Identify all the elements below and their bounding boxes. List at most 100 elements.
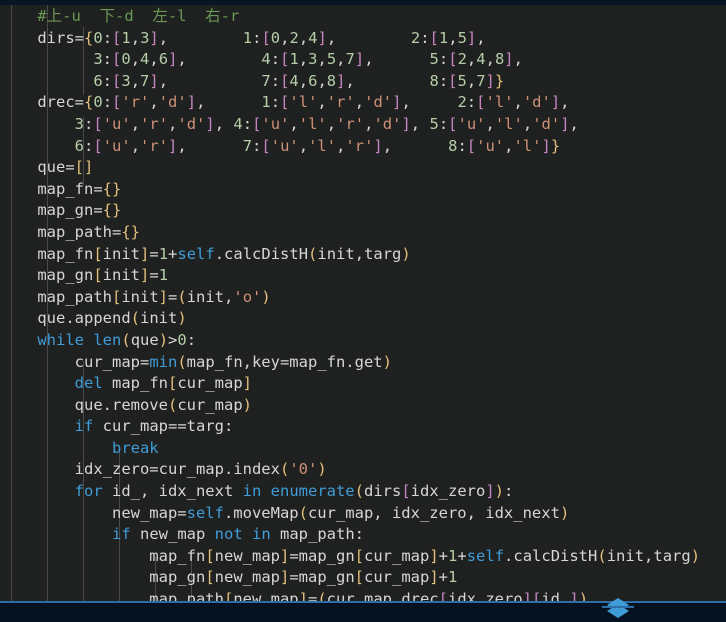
code-token: ] xyxy=(550,93,561,112)
code-token: in xyxy=(252,525,271,544)
code-line[interactable]: dirs={0:[1,3], 1:[0,2,4], 2:[1,5], xyxy=(0,28,700,50)
code-line[interactable]: break xyxy=(0,438,700,460)
code-line[interactable]: map_fn[new_map]=map_gn[cur_map]+1+self.c… xyxy=(0,546,700,568)
code-token: , xyxy=(130,114,141,133)
code-line[interactable]: map_gn[init]=1 xyxy=(0,265,700,287)
code-token: ( xyxy=(167,395,178,414)
code-token: 8 xyxy=(494,50,505,69)
code-token: 'd' xyxy=(373,114,402,133)
code-token: [ xyxy=(354,568,364,587)
code-line[interactable]: #上-u 下-d 左-l 右-r xyxy=(0,6,700,28)
code-token: , xyxy=(298,28,309,47)
code-token: , xyxy=(177,136,243,155)
code-token: [ xyxy=(205,568,215,587)
code-token: ( xyxy=(317,590,327,601)
code-token: map_fn xyxy=(0,244,94,263)
code-token: ] xyxy=(317,28,327,47)
code-token: : xyxy=(270,50,281,69)
code-token: cur_map, idx_zero, idx_next xyxy=(307,503,560,522)
code-line[interactable]: map_path[new_map]=(cur_map,drec[idx_zero… xyxy=(0,589,700,601)
code-token: init xyxy=(102,244,140,263)
code-line[interactable]: cur_map=min(map_fn,key=map_fn.get) xyxy=(0,352,700,374)
code-token: init,targ xyxy=(606,546,691,565)
code-token: [ xyxy=(93,136,103,155)
code-line[interactable]: 3:['u','r','d'], 4:['u','l','r','d'], 5:… xyxy=(0,114,700,136)
code-line[interactable]: map_gn={} xyxy=(0,200,700,222)
code-token: = xyxy=(307,590,318,601)
code-token: 'l' xyxy=(513,136,542,155)
code-line[interactable]: for id_, idx_next in enumerate(dirs[idx_… xyxy=(0,481,700,503)
code-line[interactable]: drec={0:['r','d'], 1:['l','r','d'], 2:['… xyxy=(0,92,700,114)
code-token: + xyxy=(438,546,449,565)
code-token: 'u' xyxy=(457,114,486,133)
code-line[interactable]: que.remove(cur_map) xyxy=(0,395,700,417)
code-token: , xyxy=(158,28,243,47)
code-token: =map_gn xyxy=(289,568,355,587)
code-token: , xyxy=(326,114,337,133)
code-line[interactable]: idx_zero=cur_map.index('0') xyxy=(0,459,700,481)
code-token: 5 xyxy=(457,28,467,47)
code-line[interactable]: map_fn={} xyxy=(0,179,700,201)
code-editor[interactable]: #上-u 下-d 左-l 右-r dirs={0:[1,3], 1:[0,2,4… xyxy=(0,0,726,622)
code-token: , xyxy=(317,71,327,90)
code-token: self xyxy=(177,244,215,263)
code-token: idx_zero xyxy=(448,590,523,601)
code-surface[interactable]: #上-u 下-d 左-l 右-r dirs={0:[1,3], 1:[0,2,4… xyxy=(0,5,726,601)
code-token: not xyxy=(214,525,243,544)
code-token: ] xyxy=(485,71,495,90)
code-token: , xyxy=(289,114,299,133)
code-line[interactable]: map_gn[new_map]=map_gn[cur_map]+1 xyxy=(0,567,700,589)
code-token: ( xyxy=(279,460,290,479)
code-line[interactable]: new_map=self.moveMap(cur_map, idx_zero, … xyxy=(0,503,700,525)
code-token: self xyxy=(466,546,505,565)
code-token: 1 xyxy=(121,28,131,47)
code-token: , xyxy=(382,136,449,155)
code-token: map_fn xyxy=(102,374,168,393)
code-token: , xyxy=(177,50,262,69)
code-token: , xyxy=(336,50,346,69)
code-line[interactable]: if cur_map==targ: xyxy=(0,416,700,438)
code-line-list[interactable]: #上-u 下-d 左-l 右-r dirs={0:[1,3], 1:[0,2,4… xyxy=(0,5,700,601)
code-token: , xyxy=(158,71,262,90)
code-token: 'u' xyxy=(476,136,505,155)
code-token: , xyxy=(513,50,523,69)
code-token: #上-u 下-d 左-l 右-r xyxy=(37,7,240,25)
code-token: , xyxy=(317,50,327,69)
code-line[interactable]: 6:['u','r'], 7:['u','l','r'], 8:['u','l'… xyxy=(0,136,700,158)
code-token: ) xyxy=(401,244,411,263)
code-token: drec= xyxy=(0,93,84,112)
code-line[interactable]: 3:[0,4,6], 4:[1,3,5,7], 5:[2,4,8], xyxy=(0,49,700,71)
code-line[interactable]: 6:[3,7], 7:[4,6,8], 8:[5,7]} xyxy=(0,71,700,93)
code-token: ) xyxy=(261,287,271,306)
code-line[interactable]: map_fn[init]=1+self.calcDistH(init,targ) xyxy=(0,244,700,266)
code-token: 'u' xyxy=(261,114,290,133)
code-token: ( xyxy=(177,352,187,371)
code-token: cur_map xyxy=(177,374,243,393)
code-token: , xyxy=(466,71,477,90)
code-token: cur_map,drec xyxy=(326,590,439,601)
code-token: init xyxy=(140,309,178,328)
code-token: , xyxy=(448,28,458,47)
code-token: 6 xyxy=(74,136,84,155)
code-line[interactable]: if new_map not in map_path: xyxy=(0,524,700,546)
code-line[interactable]: map_path={} xyxy=(0,222,700,244)
code-token: 0 xyxy=(93,93,103,112)
code-line[interactable]: que.append(init) xyxy=(0,308,700,330)
code-token: ] xyxy=(354,50,365,69)
code-line[interactable]: del map_fn[cur_map] xyxy=(0,373,700,395)
code-token: cur_map= xyxy=(0,352,150,371)
code-line[interactable]: while len(que)>0: xyxy=(0,330,700,352)
code-line[interactable]: que=[] xyxy=(0,157,700,179)
code-token: [ xyxy=(112,50,122,69)
code-token: [ xyxy=(112,71,122,90)
code-line[interactable]: map_path[init]=(init,'o') xyxy=(0,287,700,309)
code-token: cur_map==targ: xyxy=(93,417,234,436)
code-token: : xyxy=(457,136,467,155)
code-token: 7 xyxy=(242,136,253,155)
code-token: [ xyxy=(261,28,271,47)
diamond-resize-handle-icon[interactable] xyxy=(600,597,636,619)
